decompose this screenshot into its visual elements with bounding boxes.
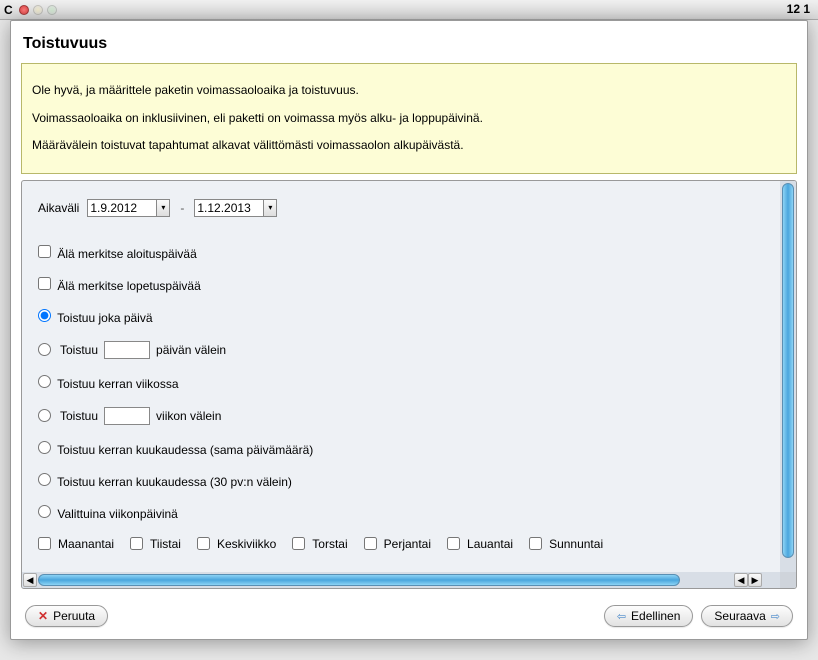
cancel-button-label: Peruuta <box>53 609 95 623</box>
radio-monthly-30[interactable] <box>38 473 51 486</box>
day-fri-label[interactable]: Perjantai <box>364 537 431 551</box>
arrow-left-icon: ⇦ <box>617 610 626 623</box>
no-end-check-label[interactable]: Älä merkitse lopetuspäivää <box>38 279 201 293</box>
day-tue-checkbox[interactable] <box>130 537 143 550</box>
day-sun-text: Sunnuntai <box>549 537 603 551</box>
radio-weekly-once-label[interactable]: Toistuu kerran viikossa <box>38 375 179 391</box>
hscroll-left2-arrow-icon[interactable]: ◀ <box>734 573 748 587</box>
day-wed-checkbox[interactable] <box>197 537 210 550</box>
day-sat-checkbox[interactable] <box>447 537 460 550</box>
background-window-titlebar: C 12 1 <box>0 0 818 20</box>
form-scroll-region: Aikaväli ▾ - ▾ Älä merkitse aloituspäivä… <box>21 180 797 589</box>
day-wed-text: Keskiviikko <box>217 537 276 551</box>
vertical-scrollbar[interactable] <box>780 181 796 572</box>
button-bar: ✕ Peruuta ⇦ Edellinen Seuraava ⇨ <box>11 597 807 639</box>
horizontal-scroll-thumb[interactable] <box>38 574 680 586</box>
zoom-dot-icon <box>47 5 57 15</box>
day-mon-text: Maanantai <box>58 537 114 551</box>
day-tue-label[interactable]: Tiistai <box>130 537 181 551</box>
day-sat-label[interactable]: Lauantai <box>447 537 513 551</box>
bg-right-text: 12 1 <box>787 2 810 16</box>
radio-daily-label[interactable]: Toistuu joka päivä <box>38 309 153 325</box>
no-end-text: Älä merkitse lopetuspäivää <box>57 279 200 293</box>
minimize-dot-icon <box>33 5 43 15</box>
radio-every-n-days-post: päivän välein <box>156 343 226 357</box>
info-line-1: Ole hyvä, ja määrittele paketin voimassa… <box>32 80 786 102</box>
radio-monthly-30-text: Toistuu kerran kuukaudessa (30 pv:n väle… <box>57 475 292 489</box>
day-thu-checkbox[interactable] <box>292 537 305 550</box>
vertical-scroll-thumb[interactable] <box>782 183 794 559</box>
cancel-x-icon: ✕ <box>38 609 48 623</box>
radio-daily-text: Toistuu joka päivä <box>57 311 152 325</box>
range-separator: - <box>180 201 184 215</box>
day-mon-checkbox[interactable] <box>38 537 51 550</box>
date-to-input[interactable] <box>194 199 264 217</box>
radio-monthly-same-day-text: Toistuu kerran kuukaudessa (sama päivämä… <box>57 443 313 457</box>
radio-every-n-weeks-pre: Toistuu <box>60 409 98 423</box>
weeks-interval-input[interactable] <box>104 407 150 425</box>
radio-daily[interactable] <box>38 309 51 322</box>
hscroll-left-arrow-icon[interactable]: ◀ <box>23 573 37 587</box>
close-dot-icon[interactable] <box>19 5 29 15</box>
range-label: Aikaväli <box>38 201 79 215</box>
day-fri-checkbox[interactable] <box>364 537 377 550</box>
form-body: Aikaväli ▾ - ▾ Älä merkitse aloituspäivä… <box>22 181 780 572</box>
no-start-checkbox[interactable] <box>38 245 51 258</box>
date-to-dropdown-icon[interactable]: ▾ <box>263 199 277 217</box>
horizontal-scrollbar[interactable]: ◀ ◀ ▶ <box>22 572 780 588</box>
cancel-button[interactable]: ✕ Peruuta <box>25 605 108 627</box>
day-mon-label[interactable]: Maanantai <box>38 537 114 551</box>
previous-button[interactable]: ⇦ Edellinen <box>604 605 694 627</box>
arrow-right-icon: ⇨ <box>771 610 780 623</box>
date-from-input[interactable] <box>87 199 157 217</box>
radio-weekdays[interactable] <box>38 505 51 518</box>
no-start-check-label[interactable]: Älä merkitse aloituspäivää <box>38 247 197 261</box>
day-thu-text: Torstai <box>312 537 347 551</box>
info-line-3: Määrävälein toistuvat tapahtumat alkavat… <box>32 135 786 157</box>
radio-weekly-once[interactable] <box>38 375 51 388</box>
next-button-label: Seuraava <box>714 609 765 623</box>
date-from-dropdown-icon[interactable]: ▾ <box>156 199 170 217</box>
previous-button-label: Edellinen <box>631 609 680 623</box>
date-range-row: Aikaväli ▾ - ▾ <box>38 199 764 217</box>
days-interval-input[interactable] <box>104 341 150 359</box>
scroll-corner <box>780 572 796 588</box>
dialog-title: Toistuvuus <box>11 21 807 63</box>
radio-monthly-30-label[interactable]: Toistuu kerran kuukaudessa (30 pv:n väle… <box>38 473 292 489</box>
recurrence-dialog: Toistuvuus Ole hyvä, ja määrittele paket… <box>10 20 808 640</box>
radio-weekdays-label[interactable]: Valittuina viikonpäivinä <box>38 505 178 521</box>
radio-monthly-same-day[interactable] <box>38 441 51 454</box>
no-start-text: Älä merkitse aloituspäivää <box>57 247 196 261</box>
radio-weekly-once-text: Toistuu kerran viikossa <box>57 377 178 391</box>
day-sun-label[interactable]: Sunnuntai <box>529 537 603 551</box>
day-tue-text: Tiistai <box>150 537 181 551</box>
day-sat-text: Lauantai <box>467 537 513 551</box>
day-sun-checkbox[interactable] <box>529 537 542 550</box>
info-line-2: Voimassaoloaika on inklusiivinen, eli pa… <box>32 108 786 130</box>
radio-every-n-weeks-post: viikon välein <box>156 409 221 423</box>
radio-every-n-weeks[interactable] <box>38 409 51 422</box>
day-wed-label[interactable]: Keskiviikko <box>197 537 276 551</box>
radio-every-n-days-pre: Toistuu <box>60 343 98 357</box>
radio-weekdays-text: Valittuina viikonpäivinä <box>57 507 178 521</box>
weekday-row: Maanantai Tiistai Keskiviikko Torstai Pe… <box>38 537 764 551</box>
no-end-checkbox[interactable] <box>38 277 51 290</box>
radio-monthly-same-day-label[interactable]: Toistuu kerran kuukaudessa (sama päivämä… <box>38 441 313 457</box>
day-fri-text: Perjantai <box>384 537 431 551</box>
hscroll-right-arrow-icon[interactable]: ▶ <box>748 573 762 587</box>
info-box: Ole hyvä, ja määrittele paketin voimassa… <box>21 63 797 174</box>
day-thu-label[interactable]: Torstai <box>292 537 347 551</box>
radio-every-n-days[interactable] <box>38 343 51 356</box>
next-button[interactable]: Seuraava ⇨ <box>701 605 793 627</box>
bg-left-char: C <box>4 3 13 17</box>
